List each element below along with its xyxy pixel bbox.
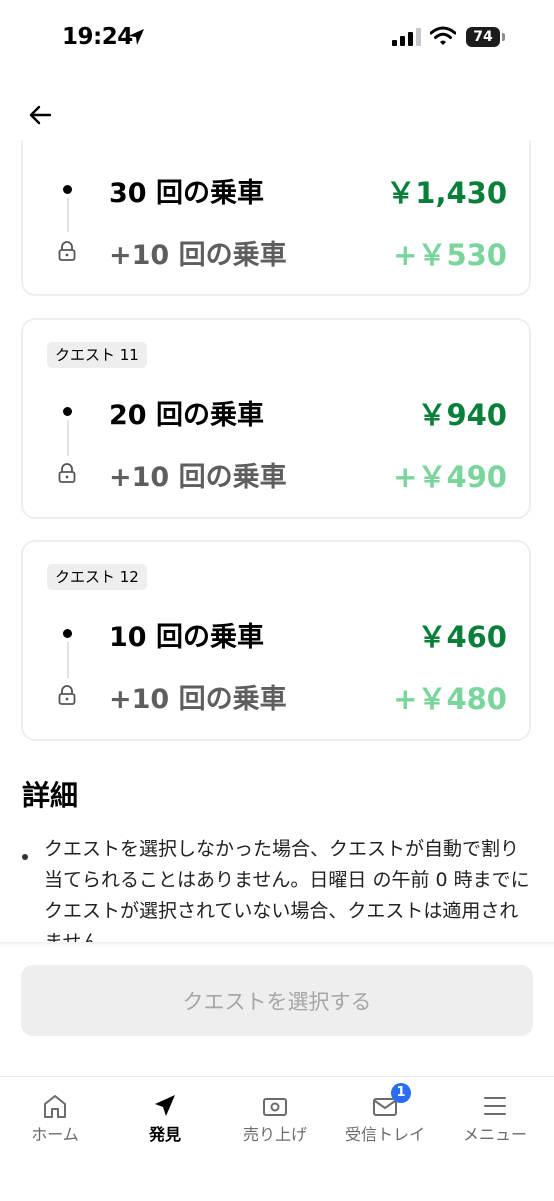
- home-icon: [44, 1095, 66, 1118]
- step-connector: [67, 198, 69, 232]
- battery-tip: [502, 33, 505, 41]
- quest-reward-value: ￥940: [417, 398, 507, 432]
- step-connector: [67, 642, 69, 678]
- quest-target-label: 10 回の乗車: [109, 622, 264, 653]
- details-text: クエストを選択しなかった場合、クエストが自動で割り当てられることはありません。日…: [44, 838, 530, 942]
- tab-label: 受信トレイ: [344, 1125, 425, 1144]
- status-time: 19:24: [62, 24, 133, 50]
- tab-menu[interactable]: メニュー: [440, 1077, 550, 1157]
- quest-bonus-label: +10 回の乗車: [109, 462, 287, 493]
- compass-icon: [155, 1095, 175, 1116]
- bottom-tab-bar: ホーム 発見 売り上げ 1 受信トレイ メニュー: [0, 1076, 554, 1201]
- details-heading: 詳細: [22, 779, 79, 812]
- tab-label: ホーム: [31, 1125, 79, 1144]
- quest-card[interactable]: クエスト 11 20 回の乗車 ￥940 +10 回の乗車 +￥490: [21, 318, 531, 519]
- quest-card[interactable]: クエスト 12 10 回の乗車 ￥460 +10 回の乗車 +￥480: [21, 540, 531, 741]
- wallet-icon: [263, 1098, 287, 1116]
- tab-earnings[interactable]: 売り上げ: [220, 1077, 330, 1157]
- quest-reward-value: ￥1,430: [386, 176, 507, 210]
- quest-target-label: 20 回の乗車: [109, 400, 264, 431]
- lock-icon: [58, 685, 76, 705]
- step-connector: [67, 420, 69, 456]
- tab-discover[interactable]: 発見: [110, 1077, 220, 1157]
- quest-bonus-value: +￥480: [393, 682, 507, 716]
- cellular-signal-icon: [392, 28, 421, 46]
- quest-reward-value: ￥460: [417, 620, 507, 654]
- tab-label: メニュー: [462, 1125, 527, 1144]
- quest-card[interactable]: 30 回の乗車 ￥1,430 +10 回の乗車 +￥530: [21, 140, 531, 296]
- step-dot: [63, 407, 72, 416]
- back-arrow-icon[interactable]: [26, 100, 56, 130]
- select-quest-button[interactable]: クエストを選択する: [21, 965, 533, 1036]
- step-dot: [63, 185, 72, 194]
- lock-icon: [58, 241, 76, 261]
- bullet-dot: [22, 854, 28, 860]
- quest-target-label: 30 回の乗車: [109, 178, 264, 209]
- quest-bonus-value: +￥530: [393, 238, 507, 272]
- step-dot: [63, 629, 72, 638]
- quest-bonus-label: +10 回の乗車: [109, 240, 287, 271]
- quest-bonus-label: +10 回の乗車: [109, 684, 287, 715]
- scroll-shadow: [0, 942, 554, 948]
- quest-badge: クエスト 12: [47, 564, 147, 590]
- tab-label: 発見: [148, 1125, 181, 1144]
- quest-bonus-value: +￥490: [393, 460, 507, 494]
- location-arrow-icon: [128, 29, 144, 45]
- wifi-icon: [430, 26, 456, 45]
- tab-label: 売り上げ: [242, 1125, 307, 1144]
- quest-list[interactable]: 30 回の乗車 ￥1,430 +10 回の乗車 +￥530 クエスト 11 20…: [0, 140, 554, 942]
- menu-icon: [484, 1097, 506, 1115]
- lock-icon: [58, 463, 76, 483]
- quest-badge: クエスト 11: [47, 342, 147, 368]
- tab-home[interactable]: ホーム: [0, 1077, 110, 1157]
- status-bar: 19:24 74: [0, 0, 554, 76]
- notification-badge: 1: [391, 1083, 411, 1103]
- tab-inbox[interactable]: 1 受信トレイ: [330, 1077, 440, 1157]
- battery-indicator: 74: [466, 27, 500, 47]
